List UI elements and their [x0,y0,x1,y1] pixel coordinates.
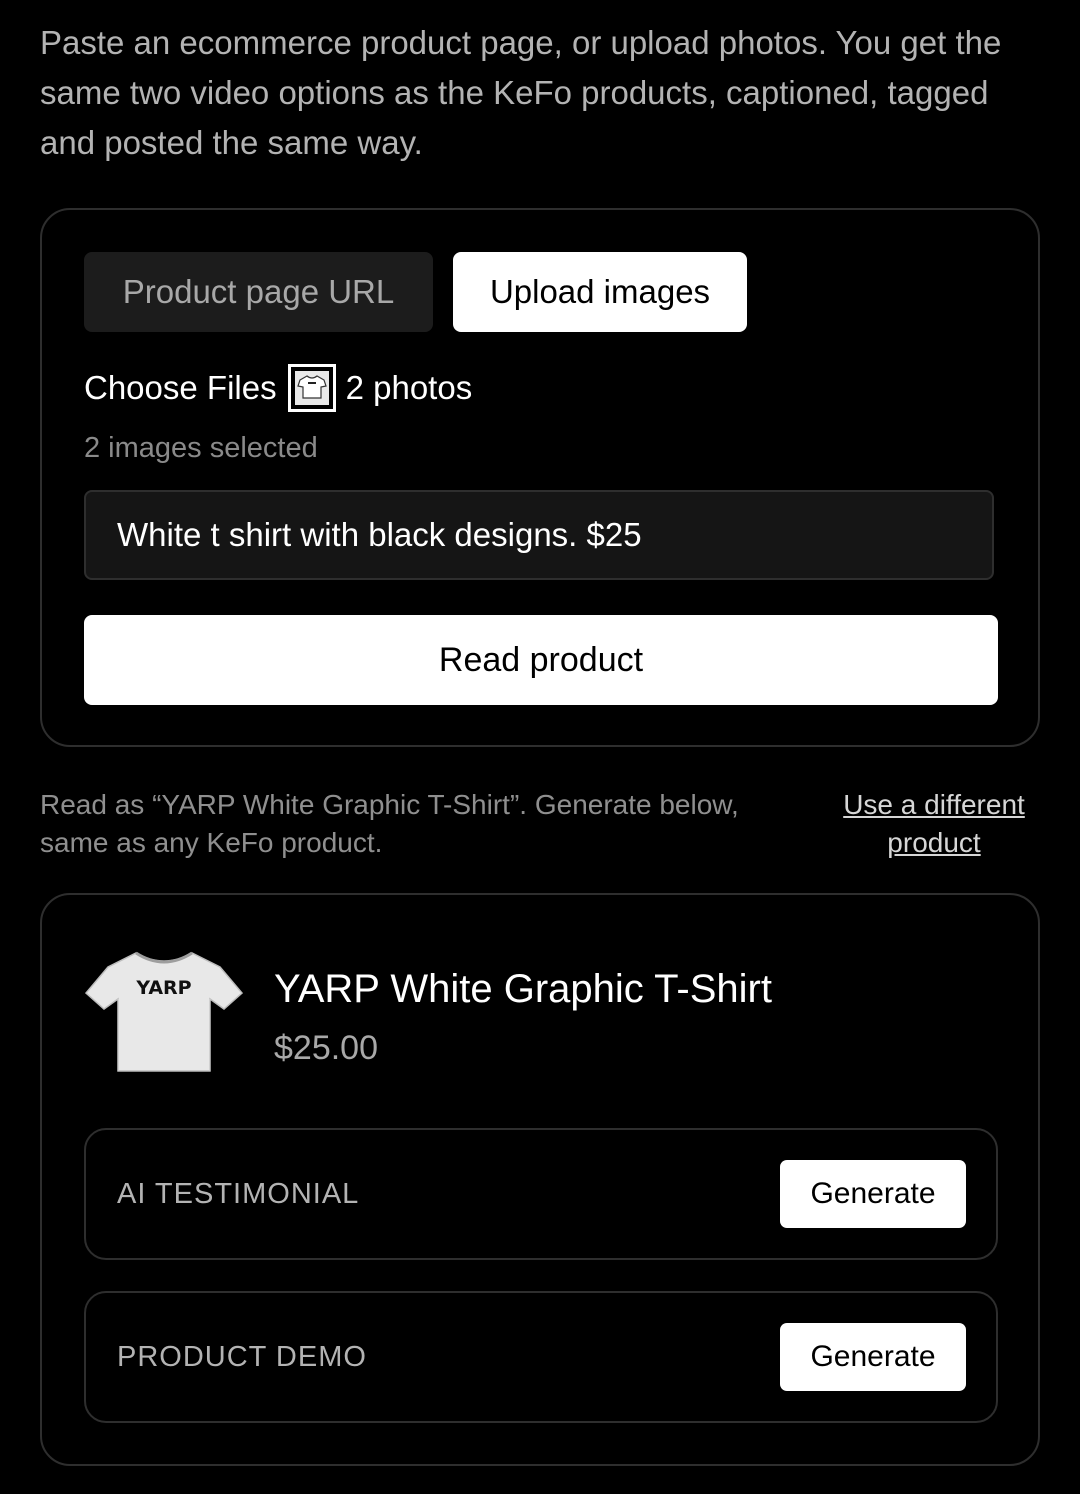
tab-upload-images[interactable]: Upload images [453,252,747,332]
option-label: AI TESTIMONIAL [117,1178,360,1210]
file-count-label: 2 photos [345,369,473,406]
product-input-panel: Product page URL Upload images Choose Fi… [40,208,1040,747]
product-description-input[interactable] [84,490,994,580]
product-title: YARP White Graphic T-Shirt [274,967,772,1011]
image-file-icon [287,364,336,412]
video-option-product-demo: PRODUCT DEMO Generate [84,1291,998,1423]
tshirt-icon [296,375,327,399]
video-option-ai-testimonial: AI TESTIMONIAL Generate [84,1128,998,1260]
product-card: YARP YARP White Graphic T-Shirt $25.00 A… [40,893,1040,1466]
product-thumbnail: YARP [84,951,244,1072]
product-logo-text: YARP [135,977,191,999]
option-label: PRODUCT DEMO [117,1341,367,1373]
product-price: $25.00 [274,1029,378,1067]
tab-product-url[interactable]: Product page URL [84,252,433,332]
read-status-text: Read as “YARP White Graphic T-Shirt”. Ge… [40,789,739,858]
images-selected-hint: 2 images selected [84,432,318,464]
read-product-button[interactable]: Read product [84,615,998,705]
generate-demo-button[interactable]: Generate [780,1323,966,1391]
generate-testimonial-button[interactable]: Generate [780,1160,966,1228]
choose-files-button[interactable]: Choose Files [84,369,277,407]
file-picker: Choose Files 2 photos [84,362,472,414]
intro-text: Paste an ecommerce product page, or uplo… [40,24,1002,161]
use-different-product-link[interactable]: Use a different product [830,786,1038,862]
